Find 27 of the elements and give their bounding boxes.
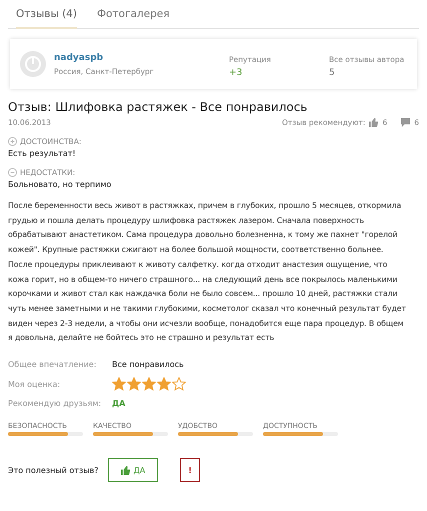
pros-text: Есть результат! <box>8 149 77 158</box>
author-name[interactable]: nadyaspb <box>54 52 229 62</box>
cons-text: Больновато, но терпимо <box>8 180 112 189</box>
star-icon <box>127 377 141 392</box>
thumbs-up-icon <box>121 466 130 475</box>
avatar-icon <box>20 51 46 77</box>
report-button[interactable]: ! <box>180 458 200 482</box>
thumbs-up-icon <box>369 118 378 127</box>
tab[interactable]: Отзывы (4) <box>16 8 77 29</box>
recommend-value: ДА <box>112 399 126 408</box>
star-icon <box>157 377 171 392</box>
minus-icon <box>8 168 17 177</box>
reputation-value: +3 <box>229 68 244 78</box>
comment-icon <box>401 118 410 127</box>
plus-icon <box>8 137 17 146</box>
recommend-label: Рекомендую друзьям: <box>8 399 102 408</box>
tab[interactable]: Фотогалерея <box>96 8 170 29</box>
impression-value: Все понравилось <box>112 360 185 370</box>
star-icon <box>142 377 156 392</box>
review-title: Отзыв: Шлифовка растяжек - Все понравилось <box>8 100 308 114</box>
rating-label: Моя оценка: <box>8 380 62 389</box>
useful-question: Это полезный отзыв? <box>8 466 98 475</box>
yes-button[interactable]: ДА <box>108 458 158 482</box>
reviews-count: 5 <box>329 68 336 78</box>
star-icon <box>112 377 126 392</box>
star-icon <box>172 377 186 392</box>
impression-label: Общее впечатление: <box>8 360 98 370</box>
